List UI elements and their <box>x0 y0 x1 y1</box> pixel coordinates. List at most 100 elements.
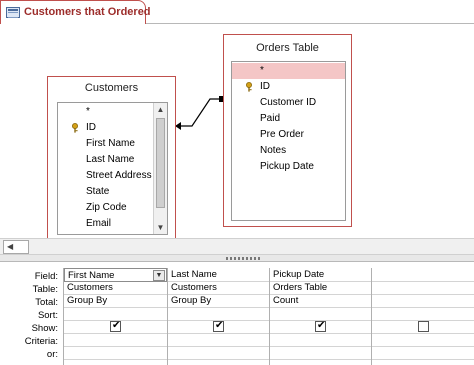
customers-table-title[interactable]: Customers <box>48 77 175 99</box>
customers-field-box: * ID First Name Last Name Street Address Stat… <box>57 102 168 235</box>
grid-total-value: Group By <box>67 295 108 306</box>
grid-criteria-cell[interactable] <box>168 333 269 347</box>
grid-or-cell[interactable] <box>64 346 167 360</box>
grid-table-value: Customers <box>171 282 217 293</box>
document-tab-strip: Customers that Ordered <box>0 0 474 24</box>
query-tab[interactable]: Customers that Ordered <box>0 0 151 24</box>
grid-sort-cell[interactable] <box>270 307 371 321</box>
grid-table-cell[interactable]: Customers <box>64 281 167 295</box>
query-design-surface[interactable]: Customers * ID First Name Last Name Street A… <box>0 25 474 261</box>
orders-field-item[interactable]: Pre Order <box>232 127 345 143</box>
scroll-left-arrow-icon[interactable]: ◀ <box>3 240 29 254</box>
orders-field-item[interactable]: Customer ID <box>232 95 345 111</box>
orders-field-item[interactable]: Paid <box>232 111 345 127</box>
grid-total-value: Group By <box>171 295 212 306</box>
query-icon <box>6 7 20 18</box>
orders-field-item[interactable]: Notes <box>232 143 345 159</box>
grid-criteria-cell[interactable] <box>64 333 167 347</box>
scroll-up-arrow-icon[interactable]: ▲ <box>154 103 167 116</box>
grid-total-value: Count <box>273 295 299 306</box>
grid-field-value: Pickup Date <box>273 269 325 280</box>
customers-field-label: ID <box>86 122 96 133</box>
show-checkbox[interactable] <box>315 320 326 332</box>
grid-sort-cell[interactable] <box>372 307 474 321</box>
orders-field-item[interactable]: Pickup Date <box>232 159 345 175</box>
customers-field-list[interactable]: Customers * ID First Name Last Name Street A… <box>47 76 176 261</box>
grid-show-cell[interactable] <box>372 320 474 334</box>
show-checkbox[interactable] <box>418 321 429 332</box>
customers-field-label: First Name <box>86 138 135 149</box>
customers-field-label: * <box>86 106 90 117</box>
orders-field-label: Pickup Date <box>260 161 314 172</box>
orders-table-field-list[interactable]: Orders Table * ID Customer ID Paid Pre Order… <box>223 34 352 227</box>
customers-field-label: Last Name <box>86 154 135 165</box>
customers-field-item[interactable]: State <box>58 184 154 200</box>
customers-field-item[interactable]: Street Address <box>58 168 154 184</box>
grid-field-cell[interactable]: Last Name <box>168 268 269 282</box>
grid-row-label: Table: <box>32 284 58 295</box>
grid-field-value: Last Name <box>171 269 217 280</box>
primary-key-icon <box>71 123 79 133</box>
splitter-grip-icon[interactable] <box>226 257 262 260</box>
field-dropdown-arrow-icon[interactable]: ▼ <box>153 270 165 281</box>
orders-field-label: Customer ID <box>260 97 317 108</box>
orders-field-item[interactable]: ID <box>232 79 345 95</box>
customers-field-item[interactable]: ID <box>58 120 154 136</box>
query-design-grid: Field: Table: Total: Sort: Show: Criteria: or:… <box>0 262 474 365</box>
customers-field-label: State <box>86 186 110 197</box>
grid-field-cell[interactable]: First Name ▼ <box>64 268 167 282</box>
orders-field-box: * ID Customer ID Paid Pre Order Notes Pickup D… <box>231 61 346 221</box>
grid-column[interactable]: Last Name Customers Group By <box>167 268 269 365</box>
orders-field-label: Notes <box>260 145 287 156</box>
grid-criteria-cell[interactable] <box>270 333 371 347</box>
grid-show-cell[interactable] <box>270 320 371 334</box>
grid-show-cell[interactable] <box>64 320 167 334</box>
customers-scrollbar[interactable]: ▲ ▼ <box>153 103 167 234</box>
orders-field-label: Paid <box>260 113 281 124</box>
show-checkbox[interactable] <box>213 320 224 332</box>
grid-table-cell[interactable]: Orders Table <box>270 281 371 295</box>
grid-sort-cell[interactable] <box>168 307 269 321</box>
customers-field-item[interactable]: * <box>58 104 154 120</box>
orders-table-title[interactable]: Orders Table <box>224 37 351 59</box>
grid-field-value: First Name <box>68 270 115 281</box>
grid-row-label: Show: <box>31 323 58 334</box>
pane-splitter[interactable] <box>0 255 474 262</box>
customers-field-item[interactable]: Last Name <box>58 152 154 168</box>
customers-field-item[interactable]: First Name <box>58 136 154 152</box>
orders-field-item[interactable]: * <box>232 63 345 79</box>
grid-or-cell[interactable] <box>168 346 269 360</box>
grid-table-value: Orders Table <box>273 282 328 293</box>
grid-column[interactable]: Pickup Date Orders Table Count <box>269 268 371 365</box>
grid-column[interactable]: First Name ▼ Customers Group By <box>63 268 167 365</box>
grid-column[interactable] <box>371 268 474 365</box>
customers-field-item[interactable]: Zip Code <box>58 200 154 216</box>
query-tab-title: Customers that Ordered <box>24 6 151 18</box>
grid-show-cell[interactable] <box>168 320 269 334</box>
grid-table-cell[interactable] <box>372 281 474 295</box>
grid-field-cell[interactable] <box>372 268 474 282</box>
grid-row-label: Field: <box>34 271 58 282</box>
grid-table-cell[interactable]: Customers <box>168 281 269 295</box>
grid-or-cell[interactable] <box>270 346 371 360</box>
scroll-thumb[interactable] <box>156 118 165 208</box>
grid-total-cell[interactable]: Group By <box>64 294 167 308</box>
design-horizontal-scrollbar[interactable]: ◀ <box>0 238 474 255</box>
show-checkbox[interactable] <box>110 320 121 332</box>
grid-criteria-cell[interactable] <box>372 333 474 347</box>
customers-field-label: Street Address <box>86 170 152 181</box>
orders-field-label: Pre Order <box>260 129 304 140</box>
grid-row-label: Total: <box>35 297 58 308</box>
grid-sort-cell[interactable] <box>64 307 167 321</box>
customers-field-item[interactable]: Email <box>58 216 154 232</box>
orders-field-label: * <box>260 65 264 76</box>
grid-total-cell[interactable]: Group By <box>168 294 269 308</box>
grid-field-cell[interactable]: Pickup Date <box>270 268 371 282</box>
orders-field-label: ID <box>260 81 270 92</box>
grid-or-cell[interactable] <box>372 346 474 360</box>
grid-table-value: Customers <box>67 282 113 293</box>
grid-total-cell[interactable]: Count <box>270 294 371 308</box>
grid-row-label: Sort: <box>37 310 58 321</box>
grid-total-cell[interactable] <box>372 294 474 308</box>
scroll-down-arrow-icon[interactable]: ▼ <box>154 221 167 234</box>
